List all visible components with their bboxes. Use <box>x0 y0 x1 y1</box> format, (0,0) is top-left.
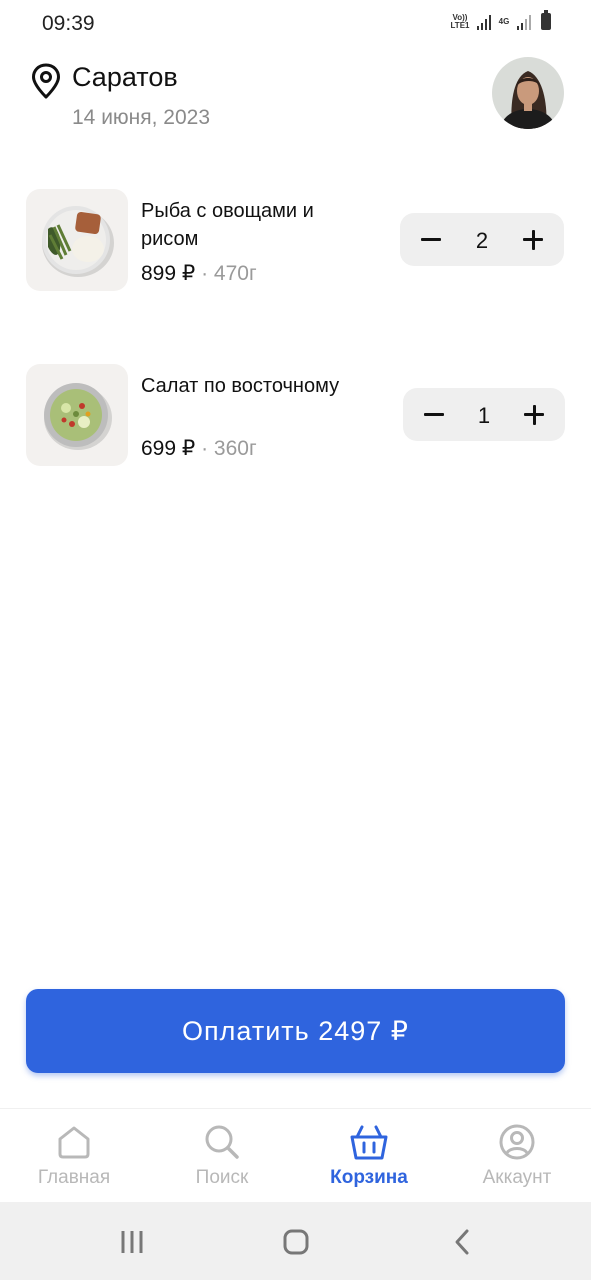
decrease-button[interactable] <box>407 388 461 441</box>
recent-apps-icon <box>121 1231 143 1253</box>
search-icon <box>205 1125 239 1159</box>
item-price: 699 ₽ <box>141 437 196 460</box>
cart-item[interactable]: Рыба с овощами и рисом 899 ₽ · 470г 2 <box>26 189 566 293</box>
recent-apps-button[interactable] <box>102 1224 162 1260</box>
tab-label: Корзина <box>330 1167 408 1188</box>
tab-search[interactable]: Поиск <box>162 1123 282 1189</box>
system-nav-bar <box>0 1202 591 1280</box>
item-weight: 470г <box>213 262 257 285</box>
quantity-value: 2 <box>475 228 489 253</box>
plus-icon-vertical <box>531 229 535 250</box>
quantity-stepper: 2 <box>400 213 564 266</box>
dish-image <box>26 189 128 291</box>
item-weight: 360г <box>213 437 257 460</box>
tab-cart[interactable]: Корзина <box>309 1123 429 1189</box>
tab-label: Поиск <box>195 1167 249 1188</box>
basket-icon <box>350 1125 388 1160</box>
current-date: 14 июня, 2023 <box>72 106 211 129</box>
minus-icon <box>424 413 444 416</box>
quantity-value: 1 <box>477 403 491 428</box>
quantity-stepper: 1 <box>403 388 565 441</box>
city-name[interactable]: Саратов <box>72 62 178 93</box>
avatar[interactable] <box>492 57 564 129</box>
tab-label: Главная <box>37 1167 111 1188</box>
status-time: 09:39 <box>42 12 95 35</box>
item-name: Рыба с овощами и рисом <box>141 200 314 250</box>
location-pin-icon[interactable] <box>30 63 62 99</box>
price-separator: · <box>201 262 209 285</box>
item-price: 899 ₽ <box>141 262 196 285</box>
tab-account[interactable]: Аккаунт <box>457 1123 577 1189</box>
bottom-tab-bar: Главная Поиск Корзина Аккаунт <box>0 1108 591 1202</box>
home-button[interactable] <box>266 1224 326 1260</box>
cart-item[interactable]: Салат по восточному 699 ₽ · 360г 1 <box>26 364 566 468</box>
home-circle-icon <box>283 1229 309 1255</box>
price-separator: · <box>201 437 209 460</box>
back-icon <box>455 1229 469 1255</box>
increase-button[interactable] <box>506 213 560 266</box>
minus-icon <box>421 238 441 241</box>
decrease-button[interactable] <box>404 213 458 266</box>
account-icon <box>499 1124 535 1160</box>
battery-icon <box>541 10 551 30</box>
signal-icon <box>477 14 491 30</box>
network-label: 4G <box>498 16 510 26</box>
status-icons: Vo)) LTE1 4G <box>449 10 551 30</box>
back-button[interactable] <box>432 1224 492 1260</box>
tab-label: Аккаунт <box>482 1167 552 1188</box>
tab-home[interactable]: Главная <box>14 1123 134 1189</box>
signal-secondary-icon <box>517 14 531 30</box>
status-bar: 09:39 Vo)) LTE1 4G <box>0 0 591 48</box>
plus-icon-vertical <box>532 404 536 425</box>
home-icon <box>58 1126 90 1159</box>
volte-label: Vo)) LTE1 <box>450 12 470 30</box>
price-line: 899 ₽ · 470г <box>141 261 257 286</box>
dish-image <box>26 364 128 466</box>
pay-button[interactable]: Оплатить 2497 ₽ <box>26 989 565 1073</box>
item-name: Салат по восточному <box>141 375 340 397</box>
price-line: 699 ₽ · 360г <box>141 436 257 461</box>
increase-button[interactable] <box>507 388 561 441</box>
